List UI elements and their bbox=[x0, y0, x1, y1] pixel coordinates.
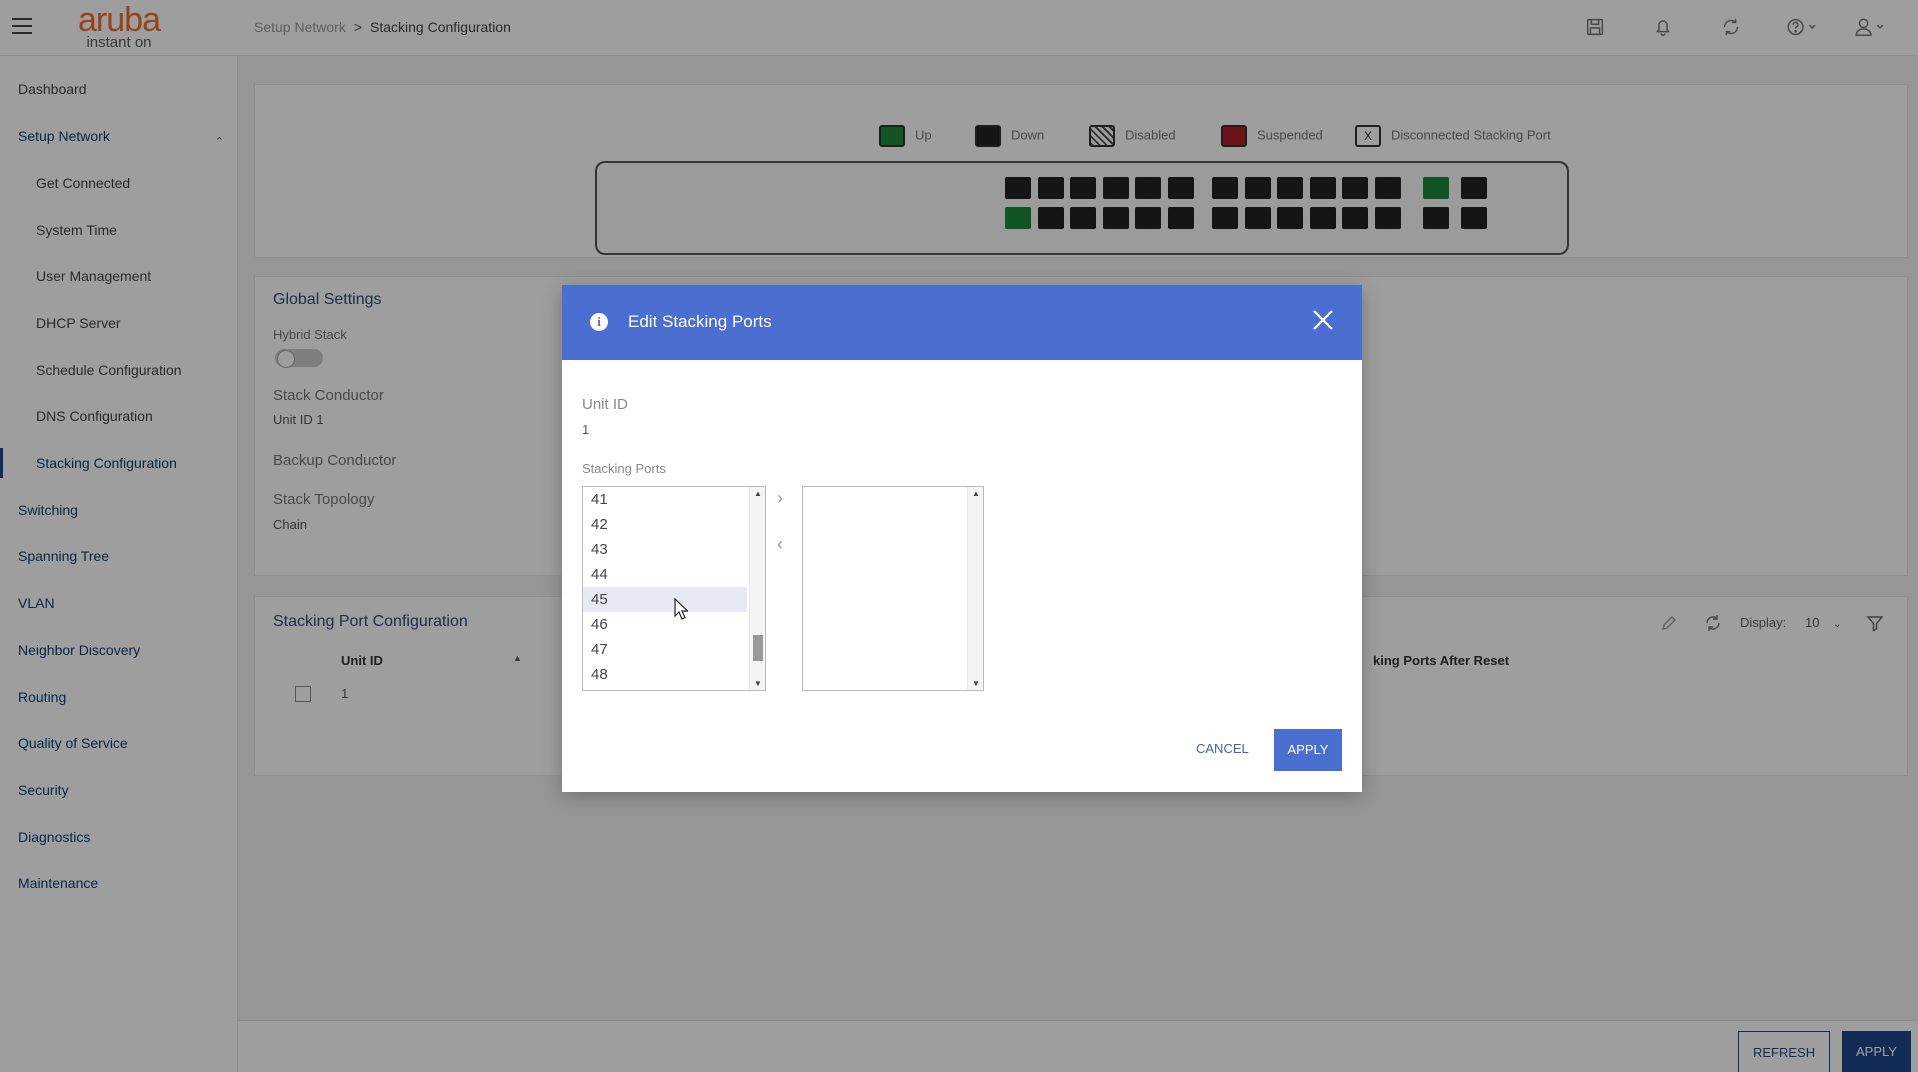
move-left-icon[interactable]: ‹ bbox=[770, 533, 790, 555]
move-right-icon[interactable]: › bbox=[770, 487, 790, 509]
close-icon[interactable] bbox=[1310, 307, 1336, 333]
list-item-port[interactable]: 46 bbox=[583, 612, 747, 637]
dialog-title: Edit Stacking Ports bbox=[628, 312, 772, 331]
scroll-down-icon[interactable]: ▼ bbox=[754, 679, 762, 688]
selected-ports-scrollbar[interactable]: ▲ ▼ bbox=[967, 487, 983, 690]
list-item-port[interactable]: 45 bbox=[583, 587, 747, 612]
list-item-port[interactable]: 41 bbox=[583, 487, 747, 512]
list-item-port[interactable]: 43 bbox=[583, 537, 747, 562]
list-item-port[interactable]: 48 bbox=[583, 662, 747, 687]
available-ports-list[interactable]: 41 42 43 44 45 46 47 48 ▲ ▼ bbox=[582, 486, 766, 691]
apply-button[interactable]: APPLY bbox=[1274, 729, 1342, 771]
list-item-port[interactable]: 47 bbox=[583, 637, 747, 662]
scroll-up-icon[interactable]: ▲ bbox=[972, 489, 980, 498]
list-item-port[interactable]: 42 bbox=[583, 512, 747, 537]
cancel-button[interactable]: CANCEL bbox=[1196, 741, 1249, 756]
scroll-down-icon[interactable]: ▼ bbox=[972, 679, 980, 688]
info-icon: i bbox=[590, 313, 608, 331]
edit-stacking-ports-dialog: i Edit Stacking Ports Unit ID 1 Stacking… bbox=[562, 285, 1362, 792]
unit-id-value: 1 bbox=[582, 422, 590, 437]
dialog-header: i Edit Stacking Ports bbox=[562, 285, 1362, 360]
unit-id-label: Unit ID bbox=[582, 396, 628, 413]
list-item-port[interactable]: 44 bbox=[583, 562, 747, 587]
scrollbar-thumb[interactable] bbox=[753, 635, 763, 661]
mouse-cursor-icon bbox=[674, 597, 689, 620]
selected-ports-list[interactable]: ▲ ▼ bbox=[802, 486, 984, 691]
stacking-ports-label: Stacking Ports bbox=[582, 461, 666, 476]
available-ports-scrollbar[interactable]: ▲ ▼ bbox=[749, 487, 765, 690]
scroll-up-icon[interactable]: ▲ bbox=[754, 489, 762, 498]
